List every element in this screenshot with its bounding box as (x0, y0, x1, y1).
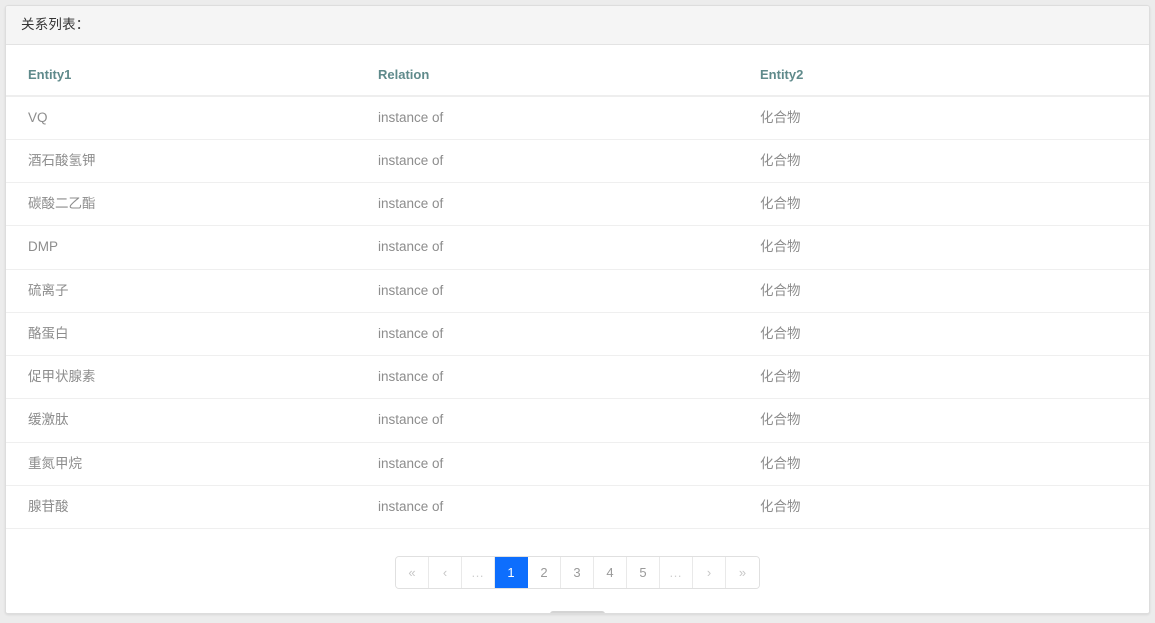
table-row: 腺苷酸 instance of 化合物 (6, 485, 1149, 530)
relation-list-panel: 关系列表： Entity1 Relation Entity2 VQ instanc… (5, 5, 1150, 614)
cell-relation: instance of (368, 182, 750, 227)
cell-entity1: 碳酸二乙酯 (6, 182, 368, 227)
page-button-4[interactable]: 4 (594, 557, 627, 589)
panel-title: 关系列表： (21, 17, 90, 33)
cell-entity2: 化合物 (750, 398, 1149, 443)
cell-relation: instance of (368, 355, 750, 400)
cell-relation: instance of (368, 312, 750, 357)
column-header-entity2: Entity2 (750, 45, 1149, 97)
table-row: 重氮甲烷 instance of 化合物 (6, 442, 1149, 486)
cell-entity1: 硫离子 (6, 269, 368, 313)
cell-entity1: 酪蛋白 (6, 312, 368, 357)
cell-relation: instance of (368, 95, 750, 140)
cell-relation: instance of (368, 225, 750, 270)
column-header-entity1: Entity1 (6, 45, 368, 97)
page-counter-badge: 1 of 98 (550, 611, 605, 613)
pagination[interactable]: «‹… 1 2 3 4 5… ›» (395, 556, 760, 590)
table-row: DMP instance of 化合物 (6, 225, 1149, 270)
cell-entity1: 腺苷酸 (6, 485, 368, 530)
cell-entity1: VQ (6, 95, 368, 140)
page-button-1[interactable]: 1 (495, 557, 528, 589)
panel-header: 关系列表： (6, 6, 1149, 45)
cell-relation: instance of (368, 269, 750, 313)
pagination-container: «‹… 1 2 3 4 5… ›» (6, 529, 1149, 590)
table-row: 酒石酸氢钾 instance of 化合物 (6, 139, 1149, 184)
table-row: 硫离子 instance of 化合物 (6, 269, 1149, 313)
cell-relation: instance of (368, 139, 750, 184)
counter-container: 1 of 98 (6, 589, 1149, 613)
cell-entity2: 化合物 (750, 442, 1149, 486)
cell-entity2: 化合物 (750, 269, 1149, 313)
cell-relation: instance of (368, 485, 750, 530)
page-button-5[interactable]: 5 (627, 557, 660, 589)
table-row: 缓激肽 instance of 化合物 (6, 398, 1149, 443)
page-button-3[interactable]: 3 (561, 557, 594, 589)
cell-entity2: 化合物 (750, 312, 1149, 357)
cell-entity2: 化合物 (750, 95, 1149, 140)
app-root: 关系列表： Entity1 Relation Entity2 VQ instanc… (0, 0, 1155, 623)
cell-relation: instance of (368, 398, 750, 443)
first-page-button[interactable]: « (396, 557, 429, 589)
cell-entity1: 重氮甲烷 (6, 442, 368, 486)
cell-entity2: 化合物 (750, 225, 1149, 270)
cell-entity2: 化合物 (750, 182, 1149, 227)
next-page-button[interactable]: › (693, 557, 726, 589)
column-header-relation: Relation (368, 45, 750, 97)
cell-entity2: 化合物 (750, 139, 1149, 184)
table-row: 酪蛋白 instance of 化合物 (6, 312, 1149, 357)
previous-page-button[interactable]: ‹ (429, 557, 462, 589)
table-row: 促甲状腺素 instance of 化合物 (6, 355, 1149, 400)
panel-body: Entity1 Relation Entity2 VQ instance of 化合… (6, 45, 1149, 613)
cell-entity1: DMP (6, 225, 368, 270)
table-body: VQ instance of 化合物 酒石酸氢钾 instance of 化合物 碳酸二乙酯… (6, 95, 1149, 530)
cell-entity2: 化合物 (750, 485, 1149, 530)
table-head: Entity1 Relation Entity2 (6, 45, 1149, 97)
table-row: 碳酸二乙酯 instance of 化合物 (6, 182, 1149, 227)
ellipsis-left[interactable]: … (462, 557, 495, 589)
relation-table: Entity1 Relation Entity2 VQ instance of 化合… (6, 45, 1149, 530)
cell-entity1: 酒石酸氢钾 (6, 139, 368, 184)
cell-entity2: 化合物 (750, 355, 1149, 400)
cell-entity1: 缓激肽 (6, 398, 368, 443)
last-page-button[interactable]: » (726, 557, 759, 589)
table-header-row: Entity1 Relation Entity2 (6, 45, 1149, 97)
table-row: VQ instance of 化合物 (6, 95, 1149, 140)
cell-relation: instance of (368, 442, 750, 486)
page-button-2[interactable]: 2 (528, 557, 561, 589)
ellipsis-right[interactable]: … (660, 557, 693, 589)
cell-entity1: 促甲状腺素 (6, 355, 368, 400)
